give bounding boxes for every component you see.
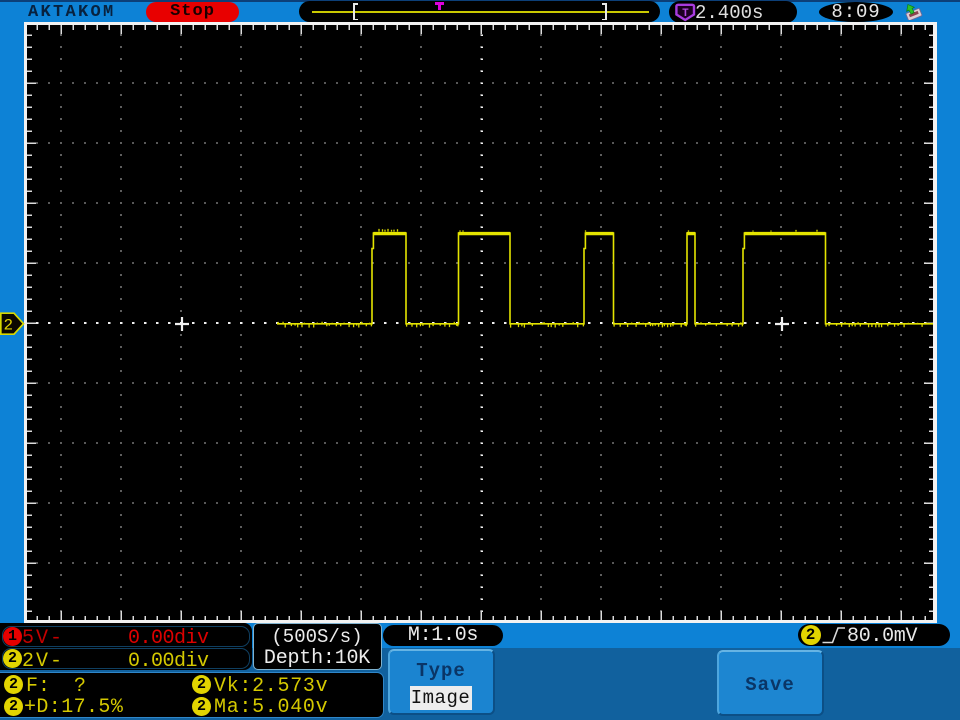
svg-text:T: T: [682, 8, 689, 20]
svg-text:2: 2: [4, 317, 14, 335]
